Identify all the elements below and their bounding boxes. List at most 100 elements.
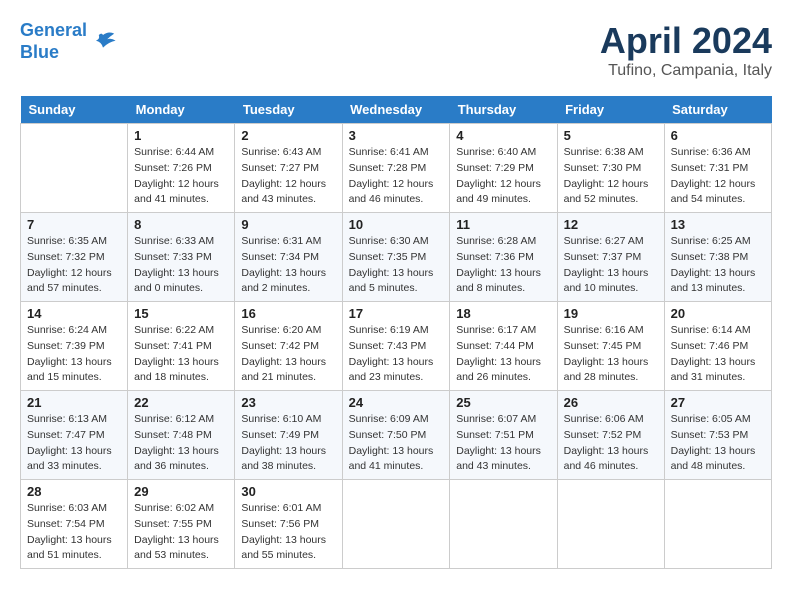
sunset-text: Sunset: 7:48 PM <box>134 429 212 441</box>
day-number: 10 <box>349 217 444 232</box>
day-info: Sunrise: 6:43 AM Sunset: 7:27 PM Dayligh… <box>241 145 335 208</box>
daylight-text: Daylight: 13 hours and 55 minutes. <box>241 534 326 562</box>
day-info: Sunrise: 6:14 AM Sunset: 7:46 PM Dayligh… <box>671 323 765 386</box>
calendar-table: SundayMondayTuesdayWednesdayThursdayFrid… <box>20 96 772 569</box>
sunset-text: Sunset: 7:50 PM <box>349 429 427 441</box>
daylight-text: Daylight: 13 hours and 31 minutes. <box>671 356 756 384</box>
calendar-cell <box>557 480 664 569</box>
daylight-text: Daylight: 13 hours and 51 minutes. <box>27 534 112 562</box>
daylight-text: Daylight: 13 hours and 2 minutes. <box>241 267 326 295</box>
day-info: Sunrise: 6:16 AM Sunset: 7:45 PM Dayligh… <box>564 323 658 386</box>
sunrise-text: Sunrise: 6:28 AM <box>456 235 536 247</box>
calendar-cell: 14 Sunrise: 6:24 AM Sunset: 7:39 PM Dayl… <box>21 302 128 391</box>
daylight-text: Daylight: 12 hours and 43 minutes. <box>241 178 326 206</box>
sunrise-text: Sunrise: 6:17 AM <box>456 324 536 336</box>
day-number: 5 <box>564 128 658 143</box>
calendar-cell: 24 Sunrise: 6:09 AM Sunset: 7:50 PM Dayl… <box>342 391 450 480</box>
daylight-text: Daylight: 13 hours and 10 minutes. <box>564 267 649 295</box>
sunrise-text: Sunrise: 6:01 AM <box>241 502 321 514</box>
day-number: 14 <box>27 306 121 321</box>
sunset-text: Sunset: 7:56 PM <box>241 518 319 530</box>
sunrise-text: Sunrise: 6:02 AM <box>134 502 214 514</box>
daylight-text: Daylight: 13 hours and 8 minutes. <box>456 267 541 295</box>
daylight-text: Daylight: 12 hours and 41 minutes. <box>134 178 219 206</box>
sunrise-text: Sunrise: 6:31 AM <box>241 235 321 247</box>
sunrise-text: Sunrise: 6:14 AM <box>671 324 751 336</box>
day-info: Sunrise: 6:02 AM Sunset: 7:55 PM Dayligh… <box>134 501 228 564</box>
sunrise-text: Sunrise: 6:12 AM <box>134 413 214 425</box>
day-info: Sunrise: 6:33 AM Sunset: 7:33 PM Dayligh… <box>134 234 228 297</box>
sunrise-text: Sunrise: 6:35 AM <box>27 235 107 247</box>
daylight-text: Daylight: 12 hours and 49 minutes. <box>456 178 541 206</box>
calendar-cell: 26 Sunrise: 6:06 AM Sunset: 7:52 PM Dayl… <box>557 391 664 480</box>
day-info: Sunrise: 6:27 AM Sunset: 7:37 PM Dayligh… <box>564 234 658 297</box>
calendar-cell: 27 Sunrise: 6:05 AM Sunset: 7:53 PM Dayl… <box>664 391 771 480</box>
sunset-text: Sunset: 7:43 PM <box>349 340 427 352</box>
day-of-week-header: Sunday <box>21 96 128 124</box>
calendar-cell: 29 Sunrise: 6:02 AM Sunset: 7:55 PM Dayl… <box>128 480 235 569</box>
calendar-cell: 15 Sunrise: 6:22 AM Sunset: 7:41 PM Dayl… <box>128 302 235 391</box>
calendar-cell <box>342 480 450 569</box>
sunset-text: Sunset: 7:38 PM <box>671 251 749 263</box>
sunset-text: Sunset: 7:51 PM <box>456 429 534 441</box>
daylight-text: Daylight: 13 hours and 5 minutes. <box>349 267 434 295</box>
calendar-cell: 13 Sunrise: 6:25 AM Sunset: 7:38 PM Dayl… <box>664 213 771 302</box>
logo-bird-icon <box>89 28 117 56</box>
calendar-cell: 30 Sunrise: 6:01 AM Sunset: 7:56 PM Dayl… <box>235 480 342 569</box>
daylight-text: Daylight: 13 hours and 46 minutes. <box>564 445 649 473</box>
day-number: 22 <box>134 395 228 410</box>
sunset-text: Sunset: 7:33 PM <box>134 251 212 263</box>
day-number: 11 <box>456 217 550 232</box>
day-number: 15 <box>134 306 228 321</box>
day-number: 23 <box>241 395 335 410</box>
sunset-text: Sunset: 7:53 PM <box>671 429 749 441</box>
day-info: Sunrise: 6:06 AM Sunset: 7:52 PM Dayligh… <box>564 412 658 475</box>
day-number: 7 <box>27 217 121 232</box>
sunrise-text: Sunrise: 6:33 AM <box>134 235 214 247</box>
day-number: 18 <box>456 306 550 321</box>
sunset-text: Sunset: 7:52 PM <box>564 429 642 441</box>
day-info: Sunrise: 6:09 AM Sunset: 7:50 PM Dayligh… <box>349 412 444 475</box>
sunrise-text: Sunrise: 6:20 AM <box>241 324 321 336</box>
calendar-cell <box>21 124 128 213</box>
logo-text: GeneralBlue <box>20 20 87 63</box>
calendar-cell: 20 Sunrise: 6:14 AM Sunset: 7:46 PM Dayl… <box>664 302 771 391</box>
daylight-text: Daylight: 13 hours and 26 minutes. <box>456 356 541 384</box>
sunset-text: Sunset: 7:45 PM <box>564 340 642 352</box>
calendar-week-row: 14 Sunrise: 6:24 AM Sunset: 7:39 PM Dayl… <box>21 302 772 391</box>
sunset-text: Sunset: 7:31 PM <box>671 162 749 174</box>
day-info: Sunrise: 6:10 AM Sunset: 7:49 PM Dayligh… <box>241 412 335 475</box>
daylight-text: Daylight: 13 hours and 48 minutes. <box>671 445 756 473</box>
daylight-text: Daylight: 12 hours and 54 minutes. <box>671 178 756 206</box>
day-number: 12 <box>564 217 658 232</box>
daylight-text: Daylight: 13 hours and 0 minutes. <box>134 267 219 295</box>
calendar-cell: 17 Sunrise: 6:19 AM Sunset: 7:43 PM Dayl… <box>342 302 450 391</box>
daylight-text: Daylight: 13 hours and 38 minutes. <box>241 445 326 473</box>
calendar-cell <box>450 480 557 569</box>
sunrise-text: Sunrise: 6:40 AM <box>456 146 536 158</box>
sunset-text: Sunset: 7:54 PM <box>27 518 105 530</box>
day-info: Sunrise: 6:22 AM Sunset: 7:41 PM Dayligh… <box>134 323 228 386</box>
day-of-week-header: Friday <box>557 96 664 124</box>
day-info: Sunrise: 6:28 AM Sunset: 7:36 PM Dayligh… <box>456 234 550 297</box>
sunrise-text: Sunrise: 6:24 AM <box>27 324 107 336</box>
sunset-text: Sunset: 7:55 PM <box>134 518 212 530</box>
day-of-week-header: Tuesday <box>235 96 342 124</box>
day-info: Sunrise: 6:03 AM Sunset: 7:54 PM Dayligh… <box>27 501 121 564</box>
day-number: 19 <box>564 306 658 321</box>
sunset-text: Sunset: 7:39 PM <box>27 340 105 352</box>
sunset-text: Sunset: 7:34 PM <box>241 251 319 263</box>
calendar-week-row: 1 Sunrise: 6:44 AM Sunset: 7:26 PM Dayli… <box>21 124 772 213</box>
calendar-cell: 1 Sunrise: 6:44 AM Sunset: 7:26 PM Dayli… <box>128 124 235 213</box>
day-info: Sunrise: 6:35 AM Sunset: 7:32 PM Dayligh… <box>27 234 121 297</box>
sunrise-text: Sunrise: 6:38 AM <box>564 146 644 158</box>
day-number: 16 <box>241 306 335 321</box>
day-number: 2 <box>241 128 335 143</box>
sunrise-text: Sunrise: 6:27 AM <box>564 235 644 247</box>
daylight-text: Daylight: 13 hours and 36 minutes. <box>134 445 219 473</box>
calendar-cell: 28 Sunrise: 6:03 AM Sunset: 7:54 PM Dayl… <box>21 480 128 569</box>
day-number: 29 <box>134 484 228 499</box>
calendar-cell: 19 Sunrise: 6:16 AM Sunset: 7:45 PM Dayl… <box>557 302 664 391</box>
daylight-text: Daylight: 13 hours and 23 minutes. <box>349 356 434 384</box>
sunset-text: Sunset: 7:26 PM <box>134 162 212 174</box>
